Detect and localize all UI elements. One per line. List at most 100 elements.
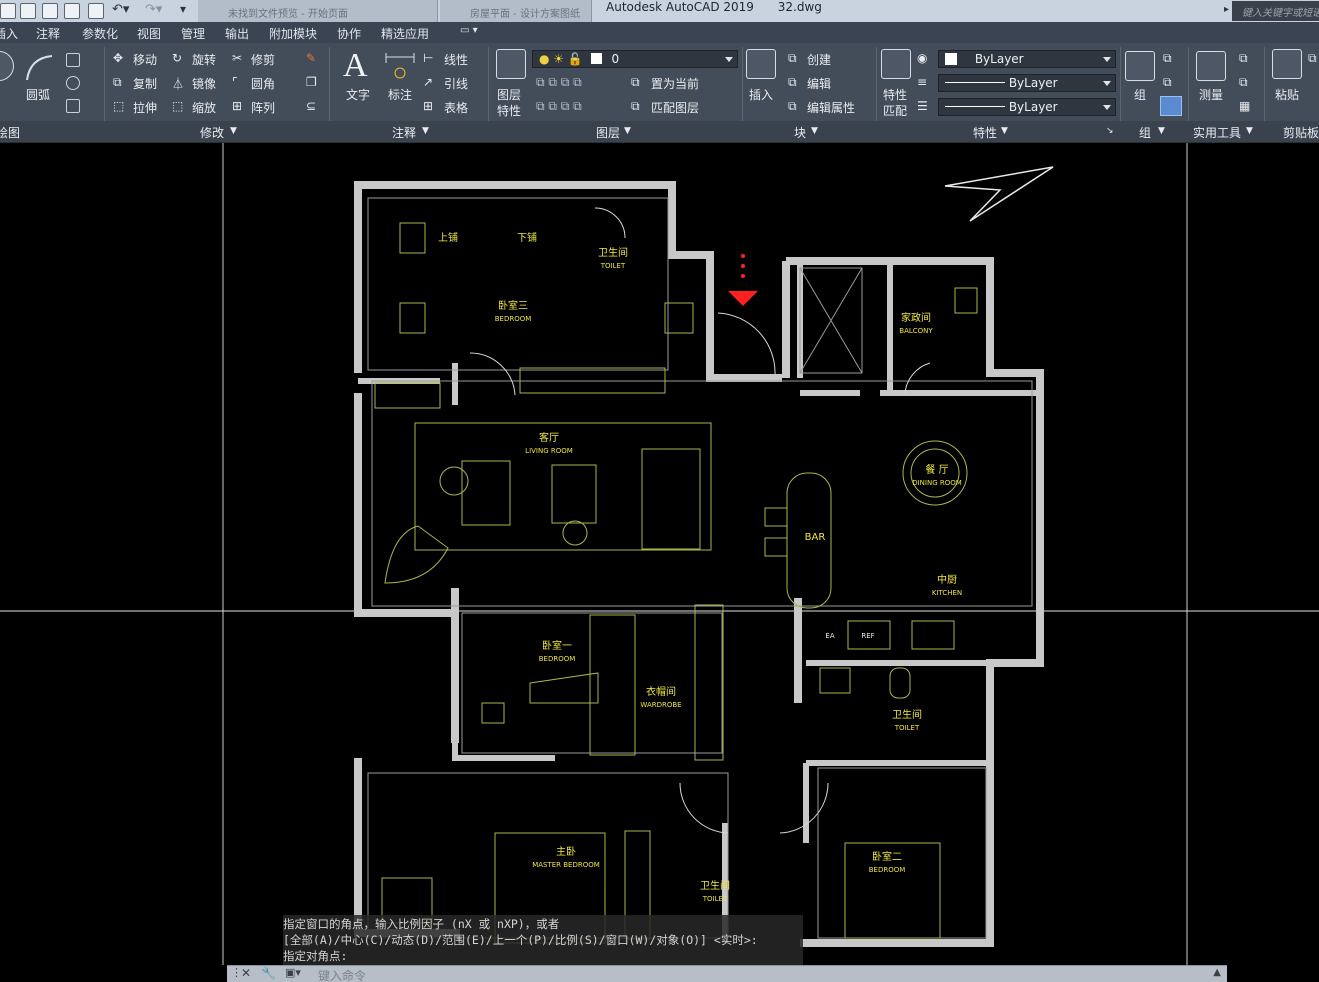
save-as-icon[interactable] [42,3,58,19]
measure-icon[interactable] [1196,51,1226,81]
wrench-icon[interactable]: 🔧 [261,966,276,980]
paste-icon[interactable] [1272,49,1302,79]
layer-properties-label-1[interactable]: 图层 [497,86,521,103]
group-select-icon[interactable] [1160,96,1182,116]
chevron-down-icon[interactable]: ▼ [811,126,818,136]
text-button-label[interactable]: 文字 [346,86,370,103]
select-all-icon[interactable]: ⧉ [1239,75,1248,90]
command-prompt-icon[interactable]: ▣▾ [285,966,301,979]
edit-block-button[interactable]: 编辑 [807,75,831,92]
scale-button[interactable]: 缩放 [192,99,216,116]
set-current-button[interactable]: 置为当前 [651,75,699,92]
dimension-icon[interactable] [384,51,416,81]
group-edit-icon[interactable]: ⧉ [1163,75,1172,90]
block-panel-title[interactable]: 块 [794,124,806,141]
color-dropdown[interactable]: ByLayer [938,50,1116,68]
open-web-icon[interactable] [64,3,80,19]
ribbon-toggle-icon[interactable]: ▭ ▾ [460,25,478,36]
erase-icon[interactable]: ✎ [306,51,316,65]
layer-tools-row1-icon[interactable]: ⧉ ⧉ ⧉ ⧉ [536,75,582,90]
command-line-bar[interactable]: ⋮ ✕ 🔧 ▣▾ ▲ [227,965,1227,982]
chevron-down-icon[interactable]: ▼ [230,126,237,136]
dimension-button-label[interactable]: 标注 [388,86,412,103]
annotation-panel-title[interactable]: 注释 [392,124,416,141]
floorplan-drawing[interactable]: 上铺 下铺卧室三 BEDROOM 卫生间 TOILET 家政间 BALCONY 客厅 LIVIN… [0,143,1319,965]
chevron-down-icon[interactable]: ▼ [1158,126,1165,136]
layer-dropdown[interactable]: ● ☀ 🔓 0 [532,50,738,68]
rectangle-icon[interactable] [66,53,80,67]
close-icon[interactable]: ✕ [241,966,251,980]
hatch-icon[interactable] [66,99,80,113]
menu-manage[interactable]: 管理 [181,25,205,42]
mirror-button[interactable]: 镜像 [192,75,216,92]
undo-icon[interactable]: ↶▾ [112,2,129,17]
properties-panel-title[interactable]: 特性 [973,124,997,141]
insert-block-icon[interactable] [746,49,776,79]
arc-icon[interactable] [24,53,54,83]
save-icon[interactable] [20,3,36,19]
menu-featured-apps[interactable]: 精选应用 [381,25,429,42]
lineweight-dropdown[interactable]: ByLayer [938,98,1116,116]
color-wheel-icon[interactable]: ◉ [917,51,927,65]
menu-output[interactable]: 输出 [225,25,249,42]
match-properties-label-2[interactable]: 匹配 [883,102,907,119]
group-icon[interactable] [1125,51,1155,81]
layers-panel-title[interactable]: 图层 [596,124,620,141]
menu-parametric[interactable]: 参数化 [82,25,118,42]
match-properties-label-1[interactable]: 特性 [883,86,907,103]
table-button[interactable]: 表格 [444,99,468,116]
layer-properties-icon[interactable] [496,49,526,79]
command-input[interactable]: 键入命令 [318,967,366,982]
arc-button-label[interactable]: 圆弧 [26,86,50,103]
fillet-button[interactable]: 圆角 [251,75,275,92]
chevron-down-icon[interactable]: ▼ [1001,126,1008,136]
menu-insert[interactable]: 插入 [0,25,18,42]
linetype-icon[interactable]: ≡ [917,75,927,89]
ungroup-icon[interactable]: ⧉ [1163,51,1172,66]
match-properties-icon[interactable] [881,49,911,79]
customize-toolbar-icon[interactable]: ▾ [180,2,186,16]
cut-icon[interactable]: ⧉ [1308,51,1317,66]
ellipse-icon[interactable] [66,76,80,90]
leader-button[interactable]: 引线 [444,75,468,92]
utilities-panel-title[interactable]: 实用工具 [1193,124,1241,141]
calculator-icon[interactable]: ▦ [1239,99,1250,113]
edit-attributes-button[interactable]: 编辑属性 [807,99,855,116]
chevron-down-icon[interactable]: ▼ [422,126,429,136]
offset-icon[interactable]: ⊆ [306,99,316,113]
search-input[interactable]: 键入关键字或短语 [1232,1,1319,21]
modify-panel-title[interactable]: 修改 [200,124,224,141]
chevron-down-icon[interactable]: ▼ [624,126,631,136]
document-tab-1[interactable]: 未找到文件预览 - 开始页面 [198,0,438,22]
layer-properties-label-2[interactable]: 特性 [497,102,521,119]
redo-icon[interactable]: ↷▾ [145,2,162,17]
measure-button-label[interactable]: 测量 [1199,86,1223,103]
dialog-launcher-icon[interactable]: ↘ [1106,126,1114,136]
trim-button[interactable]: 修剪 [251,51,275,68]
groups-panel-title[interactable]: 组 [1139,124,1151,141]
menu-collaborate[interactable]: 协作 [337,25,361,42]
expand-icon[interactable]: ▲ [1213,967,1221,978]
draw-panel-title[interactable]: 绘图 [0,124,20,141]
menu-view[interactable]: 视图 [137,25,161,42]
layer-tools-row2-icon[interactable]: ⧉ ⧉ ⧉ ⧉ [536,99,582,114]
text-icon[interactable]: A [343,47,368,85]
print-icon[interactable] [88,3,104,19]
group-button-label[interactable]: 组 [1134,86,1146,103]
copy-button[interactable]: 复制 [133,75,157,92]
create-block-button[interactable]: 创建 [807,51,831,68]
stretch-button[interactable]: 拉伸 [133,99,157,116]
match-layer-button[interactable]: 匹配图层 [651,99,699,116]
insert-button-label[interactable]: 插入 [749,86,773,103]
move-button[interactable]: 移动 [133,51,157,68]
clipboard-panel-title[interactable]: 剪贴板 [1283,124,1319,141]
search-chevron-icon[interactable]: ▸ [1224,4,1229,15]
app-menu-icon[interactable] [0,3,16,19]
linetype-dropdown[interactable]: ByLayer [938,74,1116,92]
chevron-down-icon[interactable]: ▼ [1246,126,1253,136]
explode-icon[interactable]: ❐ [306,75,317,89]
paste-button-label[interactable]: 粘贴 [1275,86,1299,103]
menu-annotate[interactable]: 注释 [36,25,60,42]
menu-addins[interactable]: 附加模块 [269,25,317,42]
drawing-canvas[interactable]: 上铺 下铺 卧室三 BEDROOM 卫生间 TOILET 家政间 BALCONY 客厅 LIVIN… [0,143,1319,965]
